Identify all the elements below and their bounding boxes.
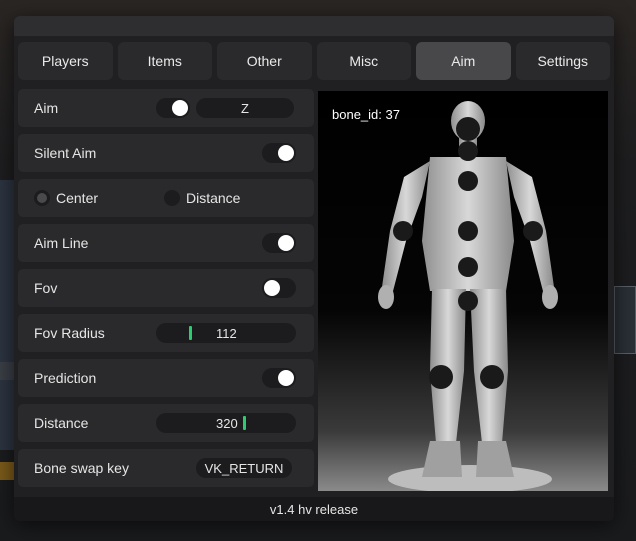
fov-radius-slider[interactable]: 112 — [156, 323, 296, 343]
toggle-knob — [264, 280, 280, 296]
model-left-leg — [430, 289, 466, 443]
version-footer: v1.4 hv release — [14, 497, 614, 521]
bone-swap-row: Bone swap key VK_RETURN — [18, 449, 314, 487]
fov-row: Fov — [18, 269, 314, 307]
fov-toggle[interactable] — [262, 278, 296, 298]
tab-bar: Players Items Other Misc Aim Settings — [18, 42, 610, 80]
bone-preview: bone_id: 37 — [318, 91, 608, 491]
tab-players[interactable]: Players — [18, 42, 113, 80]
aim-line-row: Aim Line — [18, 224, 314, 262]
radio-inner — [37, 193, 47, 203]
toggle-knob — [278, 145, 294, 161]
fov-label: Fov — [34, 280, 58, 296]
bone-marker[interactable] — [458, 141, 478, 161]
title-bar[interactable] — [14, 16, 614, 36]
silent-aim-row: Silent Aim — [18, 134, 314, 172]
toggle-knob — [278, 370, 294, 386]
radio-distance[interactable]: Distance — [164, 190, 240, 206]
tab-items[interactable]: Items — [117, 42, 212, 80]
radio-distance-label: Distance — [186, 190, 241, 206]
aim-settings-panel: Aim Z Silent Aim Center Distance Aim Lin… — [18, 89, 314, 491]
toggle-knob — [278, 235, 294, 251]
aim-row: Aim Z — [18, 89, 314, 127]
silent-aim-toggle[interactable] — [262, 143, 296, 163]
toggle-knob — [172, 100, 188, 116]
slider-handle[interactable] — [243, 416, 246, 430]
model-pedestal — [388, 465, 552, 491]
distance-value: 320 — [216, 416, 238, 431]
bone-marker[interactable] — [458, 257, 478, 277]
slider-handle[interactable] — [189, 326, 192, 340]
bone-swap-label: Bone swap key — [34, 460, 129, 476]
tab-misc[interactable]: Misc — [316, 42, 411, 80]
aim-key-button[interactable]: Z — [196, 98, 294, 118]
target-mode-row: Center Distance — [18, 179, 314, 217]
radio-dot — [164, 190, 180, 206]
distance-row: Distance 320 — [18, 404, 314, 442]
prediction-label: Prediction — [34, 370, 97, 386]
distance-label: Distance — [34, 415, 89, 431]
radio-center-label: Center — [56, 190, 99, 206]
prediction-row: Prediction — [18, 359, 314, 397]
background-hud-strip — [0, 180, 14, 450]
distance-slider[interactable]: 320 — [156, 413, 296, 433]
tab-other[interactable]: Other — [217, 42, 312, 80]
background-hud-tag — [0, 362, 14, 380]
aim-toggle[interactable] — [156, 98, 190, 118]
tab-settings[interactable]: Settings — [515, 42, 610, 80]
prediction-toggle[interactable] — [262, 368, 296, 388]
bone-swap-key-button[interactable]: VK_RETURN — [196, 458, 292, 478]
fov-radius-value: 112 — [216, 326, 237, 341]
bone-marker[interactable] — [429, 365, 453, 389]
bone-marker[interactable] — [458, 221, 478, 241]
radio-dot — [34, 190, 50, 206]
bone-marker[interactable] — [458, 291, 478, 311]
tab-aim[interactable]: Aim — [416, 42, 511, 80]
cheat-menu-window: Players Items Other Misc Aim Settings Ai… — [14, 16, 614, 521]
background-hud-block — [614, 286, 636, 354]
silent-aim-label: Silent Aim — [34, 145, 97, 161]
aim-label: Aim — [34, 100, 59, 116]
fov-radius-row: Fov Radius 112 — [18, 314, 314, 352]
aim-line-toggle[interactable] — [262, 233, 296, 253]
bone-marker[interactable] — [456, 117, 480, 141]
model-left-hand — [378, 285, 394, 309]
background-hud-tag — [0, 462, 14, 480]
soldier-model — [378, 101, 558, 491]
bone-marker[interactable] — [480, 365, 504, 389]
model-right-boot — [476, 441, 514, 477]
bone-marker[interactable] — [458, 171, 478, 191]
bone-marker[interactable] — [523, 221, 543, 241]
fov-radius-label: Fov Radius — [34, 325, 105, 341]
model-left-boot — [422, 441, 462, 477]
aim-line-label: Aim Line — [34, 235, 89, 251]
radio-center[interactable]: Center — [34, 190, 98, 206]
bone-marker[interactable] — [393, 221, 413, 241]
model-right-hand — [542, 285, 558, 309]
